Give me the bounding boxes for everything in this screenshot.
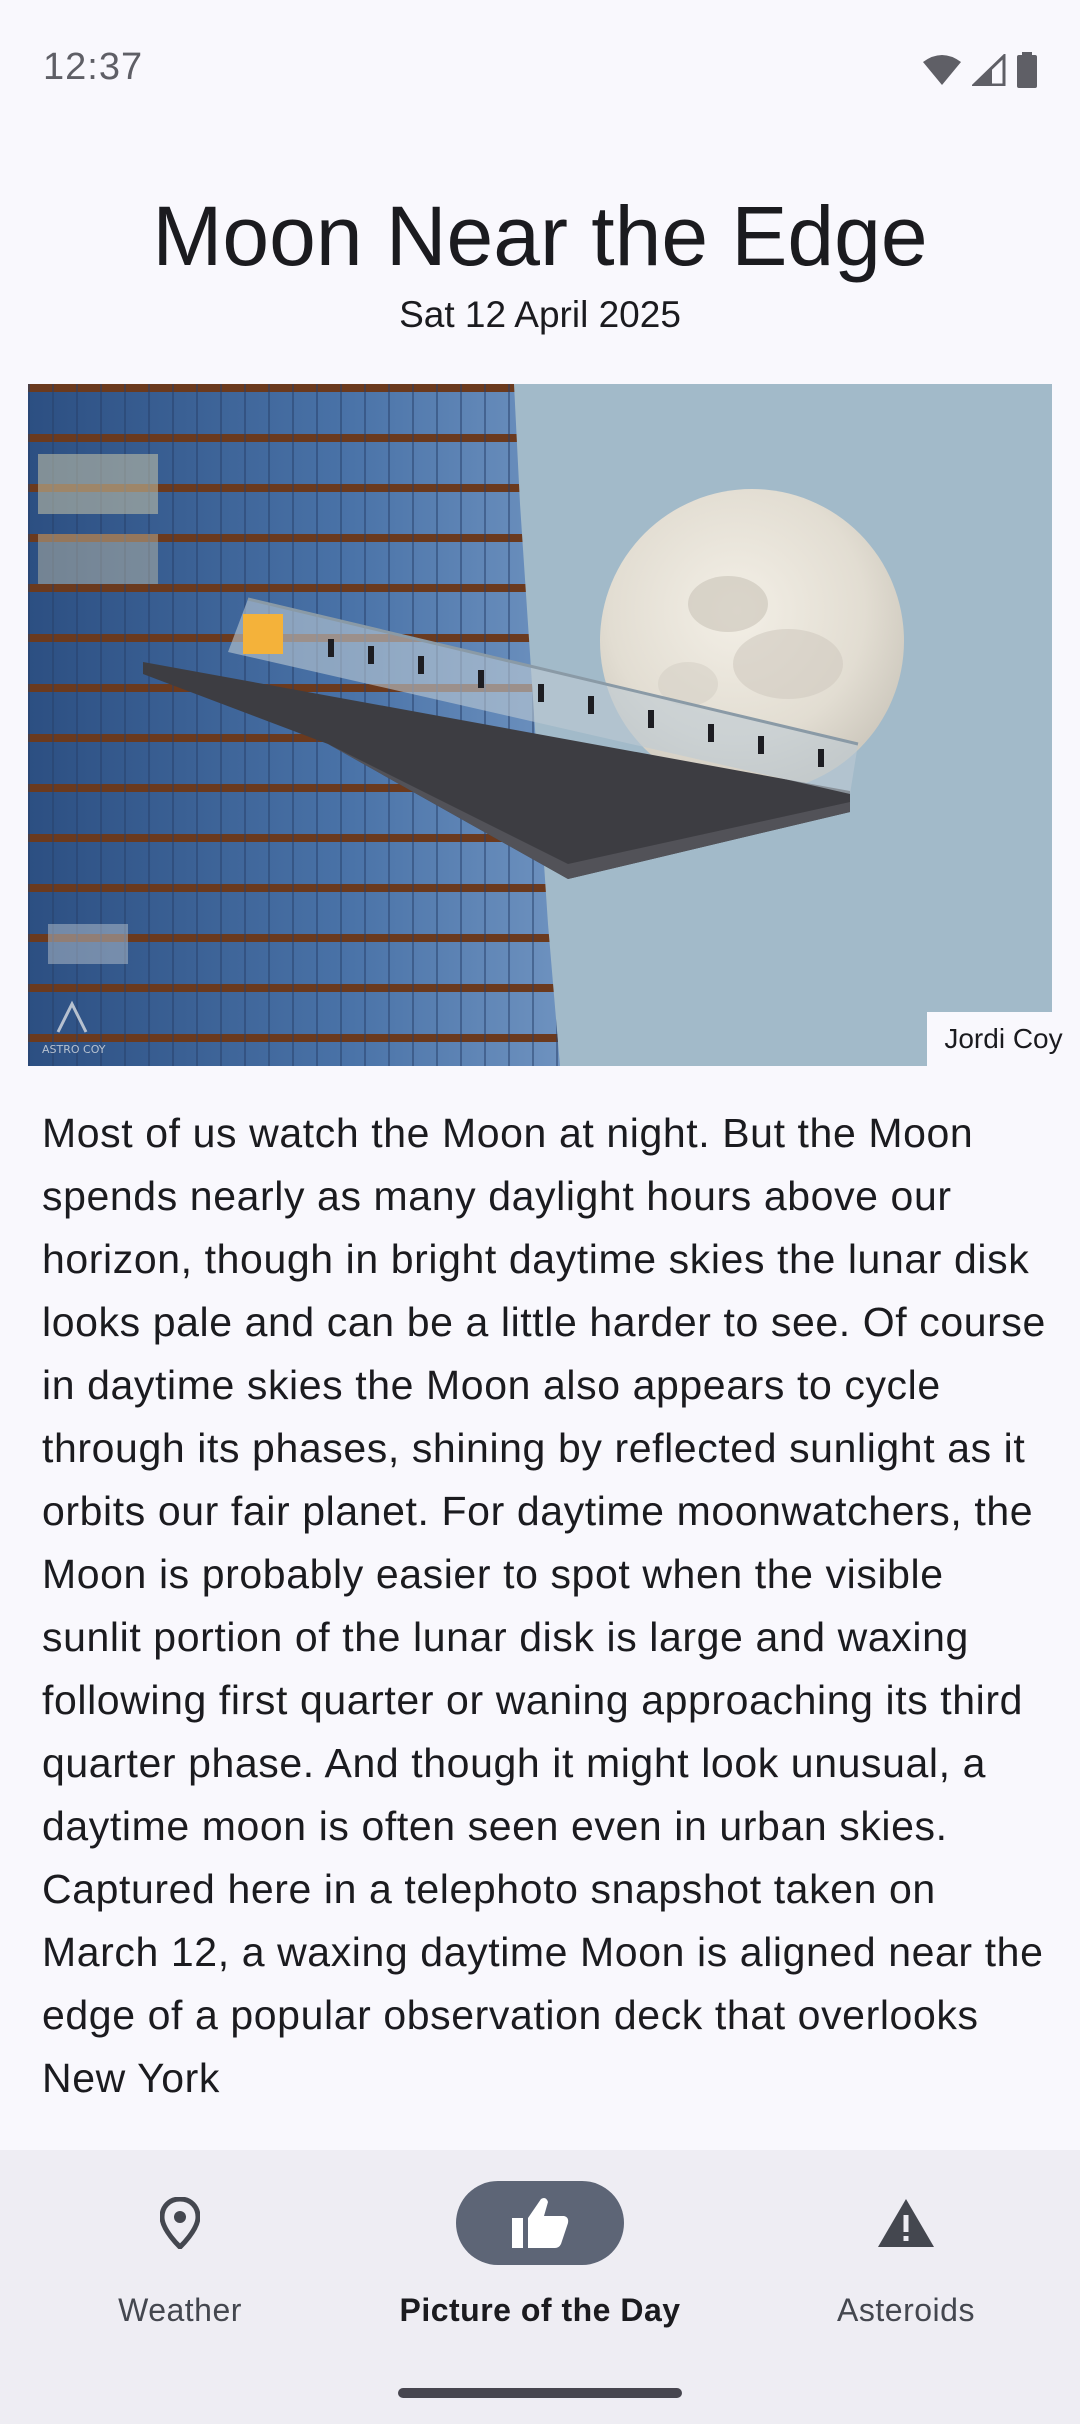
page-title: Moon Near the Edge: [152, 189, 928, 283]
nav-item-picture-of-the-day[interactable]: Picture of the Day: [360, 2150, 720, 2370]
picture-date: Sat 12 April 2025: [399, 294, 681, 335]
home-indicator[interactable]: [398, 2388, 682, 2398]
picture-explanation: Most of us watch the Moon at night. But …: [42, 1110, 1046, 2101]
status-time: 12:37: [43, 46, 144, 88]
nav-label-weather: Weather: [118, 2292, 242, 2328]
nav-label-picture-of-the-day: Picture of the Day: [399, 2292, 681, 2328]
picture-of-the-day-image[interactable]: ASTRO COY: [28, 384, 1052, 1066]
warning-triangle-icon: [878, 2199, 934, 2247]
cell-signal-icon: [972, 54, 1006, 86]
wifi-icon: [923, 55, 961, 85]
thumb-up-icon: [512, 2198, 569, 2248]
bottom-navigation: Weather Picture of the Day Asteroids: [0, 2150, 1080, 2424]
image-credit: Jordi Coy: [927, 1012, 1080, 1066]
status-bar: 12:37: [0, 0, 1080, 140]
status-icons: [922, 52, 1038, 88]
nav-indicator-picture-of-the-day: [456, 2181, 624, 2265]
nav-indicator-weather: [96, 2181, 264, 2265]
nav-indicator-asteroids: [822, 2181, 990, 2265]
watermark-text: ASTRO COY: [42, 1043, 106, 1056]
location-pin-icon: [160, 2197, 200, 2249]
nav-item-asteroids[interactable]: Asteroids: [726, 2150, 1080, 2370]
battery-icon: [1017, 52, 1037, 88]
nav-label-asteroids: Asteroids: [837, 2292, 975, 2328]
nav-item-weather[interactable]: Weather: [0, 2150, 360, 2370]
